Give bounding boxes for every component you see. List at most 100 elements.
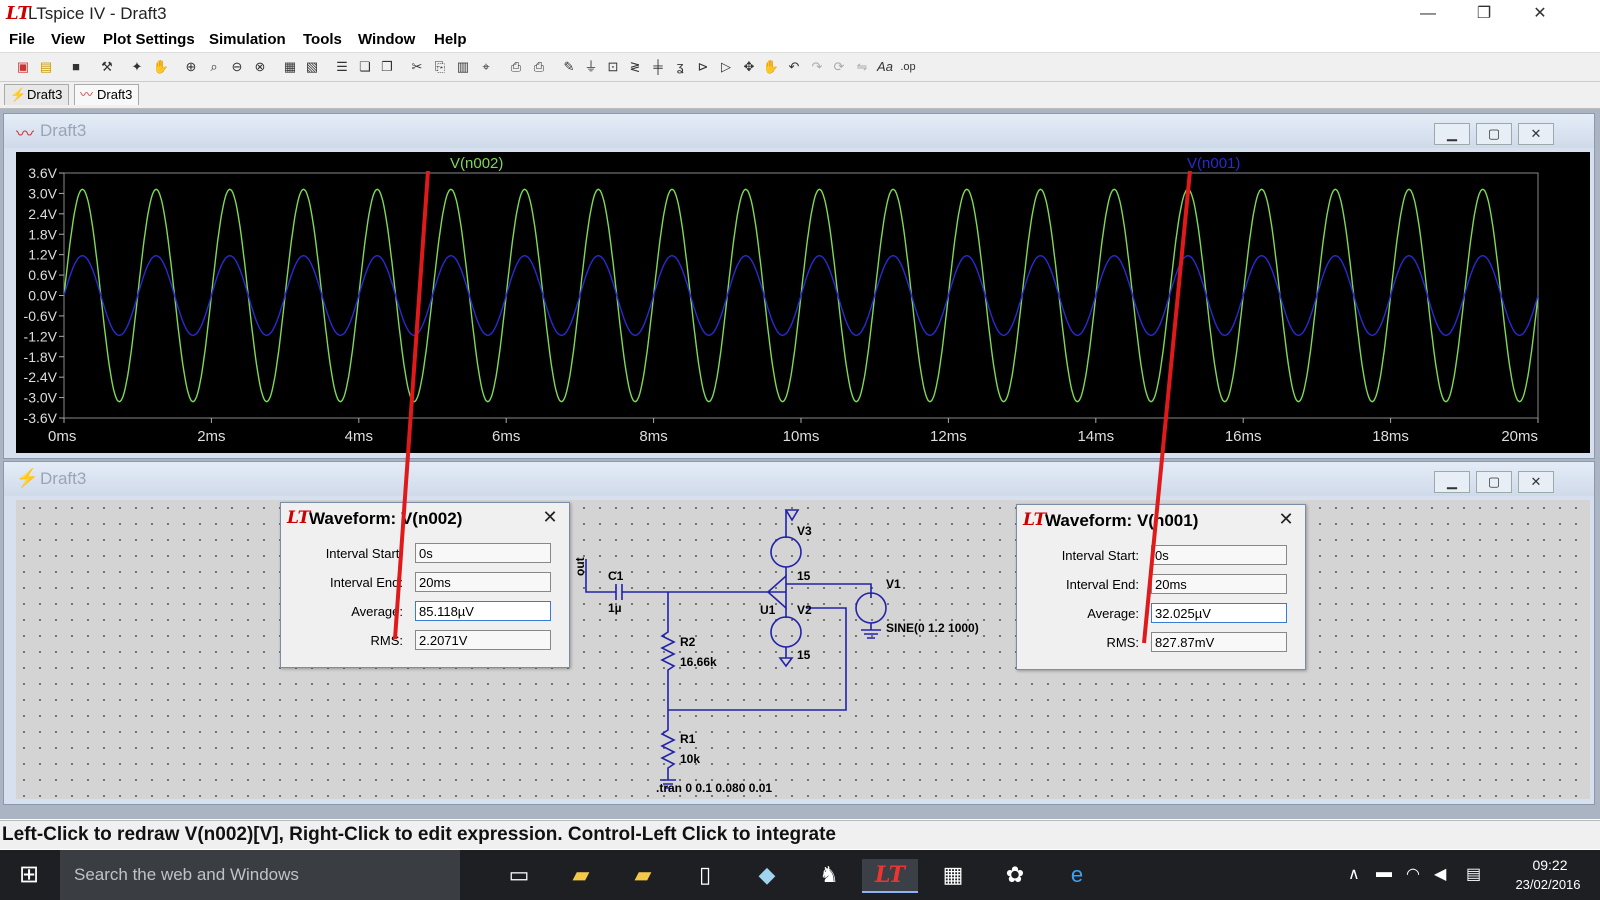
label-net-icon[interactable]: ⊡ [604,58,622,76]
spice-directive-icon[interactable]: .op [899,58,917,76]
pan-icon[interactable]: ✋ [152,58,170,76]
supply-v3 [784,509,800,522]
waveform-icon: 〰 [80,87,94,102]
tile-vertical-icon[interactable]: ❐ [378,58,396,76]
schematic-canvas[interactable]: out C1 1µ R2 16.66k R1 10k V3 15 U1 V2 1… [16,500,1590,799]
plot-maximize-button[interactable]: ▢ [1476,123,1512,145]
copy-icon[interactable]: ⎘ [431,58,449,76]
maximize-button[interactable]: ❐ [1456,0,1512,28]
schematic-minimize-button[interactable]: ▁ [1434,471,1470,493]
rotate-icon[interactable]: ⟳ [830,58,848,76]
ltspice-taskbar-icon[interactable]: LT [862,859,918,893]
ground-icon[interactable]: ⏚ [582,58,600,76]
menu-view[interactable]: View [51,31,85,48]
task-view-icon[interactable]: ▭ [500,859,538,891]
autorange-icon[interactable]: ▦ [281,58,299,76]
wire-icon[interactable]: ✎ [560,58,578,76]
find-icon[interactable]: ⌖ [477,58,495,76]
tab-waveform[interactable]: 〰 Draft3 [74,84,140,105]
cascade-icon[interactable]: ❏ [356,58,374,76]
diode-icon[interactable]: ⊳ [694,58,712,76]
menu-simulation[interactable]: Simulation [209,31,286,48]
average-field[interactable]: 85.118µV [415,601,551,621]
schematic-maximize-button[interactable]: ▢ [1476,471,1512,493]
schematic-window-titlebar[interactable]: ⚡ Draft3 ▁ ▢ ✕ [4,462,1594,496]
component-icon[interactable]: ▷ [717,58,735,76]
menu-help[interactable]: Help [434,31,467,48]
menu-tools[interactable]: Tools [303,31,342,48]
close-button[interactable]: ✕ [1512,0,1568,28]
zoom-fit-icon[interactable]: ⌕ [205,58,223,76]
tab-schematic[interactable]: ⚡ Draft3 [4,84,70,105]
delete-traces-icon[interactable]: ▧ [303,58,321,76]
windows-start-icon[interactable]: ⊞ [0,850,58,900]
open-icon[interactable]: ▤ [37,58,55,76]
capacitor-icon[interactable]: ╪ [649,58,667,76]
dialog-close-button[interactable]: ✕ [539,507,561,528]
calculator-icon[interactable]: ▦ [934,859,972,891]
label-c1-val: 1µ [608,601,622,615]
print-icon[interactable]: ⎙ [530,58,548,76]
label-r2: R2 [680,635,696,649]
clock-time[interactable]: 09:22 [1520,857,1580,873]
paint-icon[interactable]: ✿ [996,859,1034,891]
y-tick-label: -3.6V [24,410,58,426]
resistor-r1 [660,710,676,780]
app-icon[interactable]: ◆ [748,859,786,891]
x-tick-label: 6ms [492,428,520,445]
plot-minimize-button[interactable]: ▁ [1434,123,1470,145]
mirror-icon[interactable]: ⇋ [853,58,871,76]
plot-close-button[interactable]: ✕ [1518,123,1554,145]
toolbar: ▣ ▤ ■ ⚒ ✦ ✋ ⊕ ⌕ ⊖ ⊗ ▦ ▧ ☰ ❏ ❐ ✂ ⎘ ▥ ⌖ ⎙ … [0,53,1600,82]
cut-icon[interactable]: ✂ [408,58,426,76]
run-icon[interactable]: ✦ [128,58,146,76]
clock-date[interactable]: 23/02/2016 [1508,877,1588,892]
tile-horizontal-icon[interactable]: ☰ [333,58,351,76]
file-explorer-icon[interactable]: ▰ [562,859,600,891]
zoom-cancel-icon[interactable]: ⊗ [251,58,269,76]
label-r1-val: 10k [680,752,700,766]
new-schematic-icon[interactable]: ▣ [14,58,32,76]
dialog-close-button[interactable]: ✕ [1275,509,1297,530]
resistor-icon[interactable]: ≷ [626,58,644,76]
folder-icon[interactable]: ▰ [624,859,662,891]
chevron-up-icon[interactable]: ∧ [1348,864,1360,884]
move-icon[interactable]: ✥ [740,58,758,76]
menu-file[interactable]: File [9,31,35,48]
wifi-icon[interactable]: ◠ [1406,864,1420,884]
redo-icon[interactable]: ↷ [808,58,826,76]
undo-icon[interactable]: ↶ [785,58,803,76]
interval-start-field[interactable]: 0s [415,543,551,563]
rms-field[interactable]: 2.2071V [415,630,551,650]
fox-app-icon[interactable]: ♞ [810,859,848,891]
minimize-button[interactable]: — [1400,0,1456,28]
menu-plot-settings[interactable]: Plot Settings [103,31,195,48]
waveform-chart[interactable]: 3.6V 3.0V 2.4V 1.8V 1.2V 0.6V 0.0V -0.6V -1.2V -1… [16,152,1590,453]
menu-window[interactable]: Window [358,31,415,48]
battery-icon[interactable]: ▬ [1376,864,1392,882]
volume-icon[interactable]: ◀ [1434,864,1446,884]
control-panel-icon[interactable]: ⚒ [98,58,116,76]
notifications-icon[interactable]: ▤ [1466,864,1481,884]
notepad-icon[interactable]: ▯ [686,859,724,891]
zoom-in-icon[interactable]: ⊕ [182,58,200,76]
print-preview-icon[interactable]: ⎙ [507,58,525,76]
drag-icon[interactable]: ✋ [762,58,780,76]
waveform-plot[interactable]: 3.6V 3.0V 2.4V 1.8V 1.2V 0.6V 0.0V -0.6V -1.2V -1… [16,152,1590,453]
save-icon[interactable]: ■ [67,58,85,76]
interval-start-field[interactable]: 0s [1151,545,1287,565]
average-field[interactable]: 32.025µV [1151,603,1287,623]
interval-end-field[interactable]: 20ms [415,572,551,592]
edge-browser-icon[interactable]: e [1058,859,1096,891]
rms-label: RMS: [370,633,404,648]
schematic-close-button[interactable]: ✕ [1518,471,1554,493]
y-tick-label: 1.2V [28,247,57,263]
ground-symbol [861,623,881,639]
zoom-out-icon[interactable]: ⊖ [228,58,246,76]
paste-icon[interactable]: ▥ [454,58,472,76]
interval-end-field[interactable]: 20ms [1151,574,1287,594]
text-icon[interactable]: Aa [876,58,894,76]
rms-field[interactable]: 827.87mV [1151,632,1287,652]
plot-window-titlebar[interactable]: 〰 Draft3 ▁ ▢ ✕ [4,114,1594,148]
inductor-icon[interactable]: ʓ [671,58,689,76]
